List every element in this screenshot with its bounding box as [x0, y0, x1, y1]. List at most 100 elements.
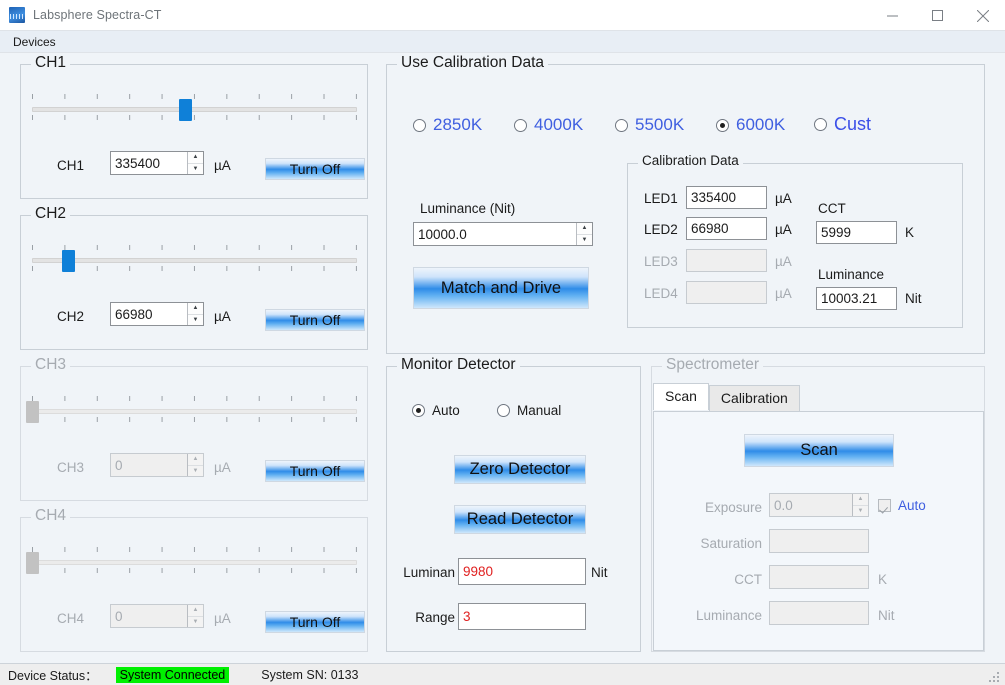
slider-ticks-bottom — [32, 417, 357, 422]
read-detector-button[interactable]: Read Detector — [454, 505, 586, 534]
spinner-down-icon[interactable]: ▼ — [188, 164, 203, 175]
resize-grip-icon[interactable] — [988, 669, 1002, 683]
device-status-label: Device Status： — [8, 669, 98, 683]
spectrometer-luminance-label: Luminance — [695, 608, 762, 623]
spinner-down-icon: ▼ — [192, 467, 199, 474]
radio-preset-5500k[interactable]: 5500K — [615, 115, 684, 135]
scan-button[interactable]: Scan — [744, 434, 894, 467]
slider-thumb[interactable] — [61, 250, 75, 272]
tab-calibration[interactable]: Calibration — [708, 385, 800, 411]
slider-ticks-top — [32, 94, 357, 99]
group-calibration-data: Calibration Data LED1 335400 µA LED2 669… — [627, 153, 963, 328]
group-spectrometer-title: Spectrometer — [662, 356, 764, 374]
exposure-value: 0.0 — [774, 497, 793, 513]
ch3-turn-off-button[interactable]: Turn Off — [265, 460, 365, 482]
radio-preset-6000k[interactable]: 6000K — [716, 115, 785, 135]
slider-ticks-top — [32, 245, 357, 250]
luminance-spinner[interactable]: ▲ ▼ — [576, 223, 592, 245]
calibration-luminance-unit: Nit — [905, 291, 922, 306]
ch1-label: CH1 — [57, 158, 85, 173]
spectrometer-cct-input — [769, 565, 869, 589]
radio-preset-4000k[interactable]: 4000K — [514, 115, 583, 135]
spinner-down-icon: ▼ — [192, 618, 199, 625]
slider-track — [32, 409, 357, 414]
ch3-spinner: ▲ ▼ — [187, 454, 203, 476]
ch3-value-text: 0 — [115, 457, 123, 473]
monitor-luminance-label: Luminan — [403, 565, 455, 580]
ch2-turn-off-button[interactable]: Turn Off — [265, 309, 365, 331]
exposure-label: Exposure — [704, 500, 762, 515]
ch4-turn-off-button[interactable]: Turn Off — [265, 611, 365, 633]
radio-monitor-auto[interactable]: Auto — [412, 403, 460, 418]
ch2-value-text: 66980 — [115, 306, 153, 322]
app-icon — [9, 7, 25, 23]
slider-ticks-bottom — [32, 568, 357, 573]
radio-dot[interactable] — [514, 118, 527, 132]
luminance-nit-input[interactable]: 10000.0 ▲ ▼ — [413, 222, 593, 246]
led2-input[interactable]: 66980 — [686, 217, 767, 240]
led1-input[interactable]: 335400 — [686, 186, 767, 209]
radio-label: 4000K — [534, 115, 584, 134]
close-icon[interactable] — [960, 0, 1005, 31]
led1-unit: µA — [775, 191, 792, 206]
ch2-value-input[interactable]: 66980 ▲ ▼ — [110, 302, 204, 326]
ch4-spinner: ▲ ▼ — [187, 605, 203, 627]
calibration-luminance-input[interactable]: 10003.21 — [816, 287, 897, 310]
maximize-icon[interactable] — [915, 0, 960, 31]
system-serial-number: System SN: 0133 — [261, 667, 359, 682]
ch4-value-input: 0 ▲ ▼ — [110, 604, 204, 628]
ch3-value-input: 0 ▲ ▼ — [110, 453, 204, 477]
spinner-up-icon: ▲ — [188, 454, 203, 466]
minimize-icon[interactable] — [870, 0, 915, 31]
checkbox-box[interactable] — [878, 499, 891, 512]
radio-monitor-manual[interactable]: Manual — [497, 403, 561, 418]
radio-dot[interactable] — [814, 118, 827, 131]
radio-dot[interactable] — [413, 118, 426, 132]
radio-preset-2850k[interactable]: 2850K — [413, 115, 482, 135]
ch2-spinner[interactable]: ▲ ▼ — [187, 303, 203, 325]
luminance-nit-value: 10000.0 — [418, 226, 467, 242]
ch1-value-input[interactable]: 335400 ▲ ▼ — [110, 151, 204, 175]
cct-input[interactable]: 5999 — [816, 221, 897, 244]
group-ch1-title: CH1 — [31, 54, 71, 72]
ch1-turn-off-button[interactable]: Turn Off — [265, 158, 365, 180]
ch1-unit: µA — [214, 158, 231, 173]
menu-item-devices[interactable]: Devices — [5, 33, 64, 51]
led3-label: LED3 — [644, 254, 678, 269]
monitor-luminance-input[interactable]: 9980 — [458, 558, 586, 585]
ch4-value-text: 0 — [115, 608, 123, 624]
group-use-calibration-data: Use Calibration Data 2850K 4000K 5500K 6… — [386, 54, 985, 354]
group-monitor-detector-title: Monitor Detector — [397, 356, 520, 374]
spinner-down-icon[interactable]: ▼ — [577, 235, 592, 246]
spinner-up-icon[interactable]: ▲ — [188, 152, 203, 164]
spinner-up-icon[interactable]: ▲ — [188, 303, 203, 315]
radio-dot[interactable] — [412, 404, 425, 417]
main-content: CH1 CH1 335400 ▲ ▼ µA Turn Off CH2 CH2 66… — [0, 54, 1005, 663]
monitor-range-input[interactable]: 3 — [458, 603, 586, 630]
led3-input — [686, 249, 767, 272]
spinner-up-icon[interactable]: ▲ — [577, 223, 592, 235]
match-and-drive-button[interactable]: Match and Drive — [413, 267, 589, 309]
led2-value: 66980 — [691, 221, 729, 236]
slider-thumb[interactable] — [178, 99, 192, 121]
ch1-value-text: 335400 — [115, 155, 161, 171]
zero-detector-button[interactable]: Zero Detector — [454, 455, 586, 484]
slider-ch1[interactable] — [32, 93, 357, 125]
led2-unit: µA — [775, 222, 792, 237]
radio-label: Auto — [432, 403, 460, 418]
tab-scan[interactable]: Scan — [653, 383, 709, 410]
group-ch1: CH1 CH1 335400 ▲ ▼ µA Turn Off — [20, 54, 368, 199]
ch4-label: CH4 — [57, 611, 85, 626]
exposure-auto-checkbox[interactable]: Auto — [878, 498, 926, 513]
radio-dot[interactable] — [716, 118, 729, 132]
radio-dot[interactable] — [615, 118, 628, 132]
spinner-down-icon[interactable]: ▼ — [188, 315, 203, 326]
led3-unit: µA — [775, 254, 792, 269]
radio-preset-cust[interactable]: Cust — [814, 114, 871, 135]
slider-thumb — [26, 552, 39, 574]
group-monitor-detector: Monitor Detector Auto Manual Zero Detect… — [386, 356, 641, 652]
radio-dot[interactable] — [497, 404, 510, 417]
checkbox-label: Auto — [898, 498, 926, 513]
slider-ch2[interactable] — [32, 244, 357, 276]
ch1-spinner[interactable]: ▲ ▼ — [187, 152, 203, 174]
